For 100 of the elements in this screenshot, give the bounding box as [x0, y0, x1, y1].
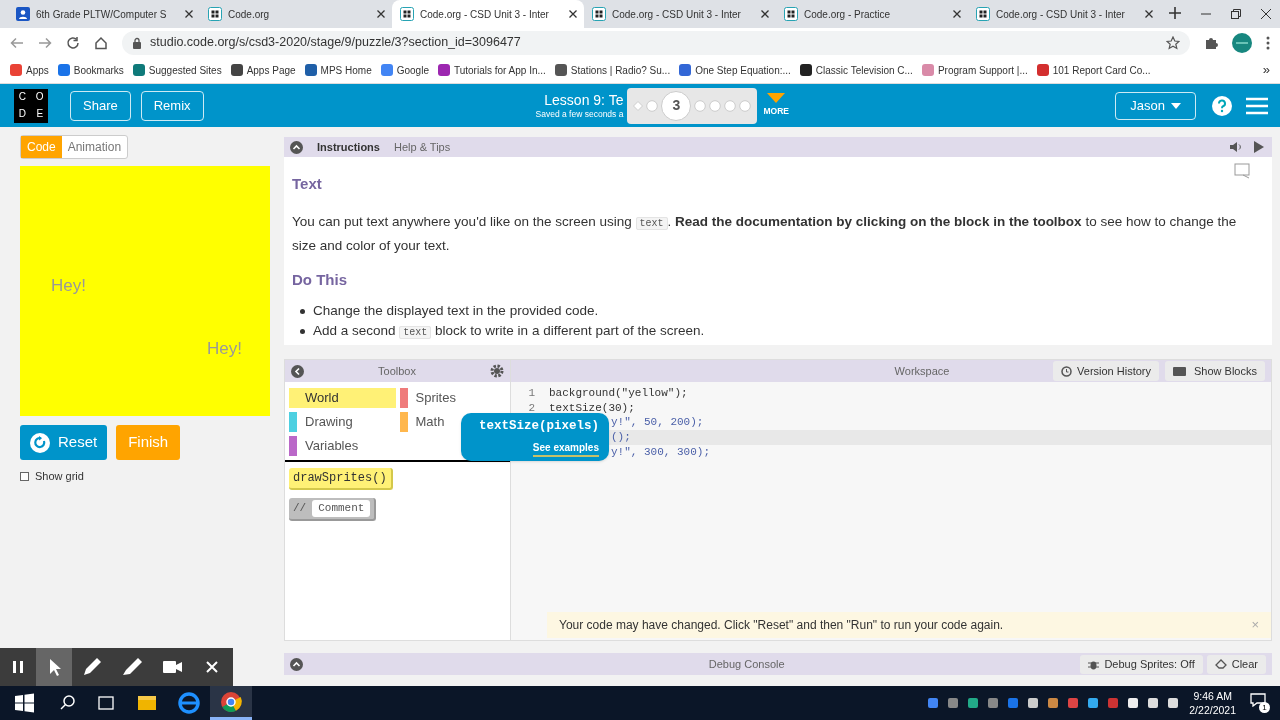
code-line[interactable]: (); [611, 429, 631, 446]
collapse-icon[interactable] [290, 140, 303, 154]
code-line[interactable]: y!", 50, 200); [611, 414, 704, 431]
show-blocks-button[interactable]: Show Blocks [1165, 361, 1265, 381]
bookmark-link[interactable]: Bookmarks [73, 62, 124, 78]
tray-icon[interactable] [1047, 697, 1060, 709]
panel-title: Debug Console [707, 656, 786, 672]
bookmark-link[interactable]: Apps [26, 62, 49, 78]
browser-tab[interactable]: Code.org - CSD Unit 3 - Inter [392, 0, 584, 28]
grid-icon [784, 7, 798, 21]
progress-dot-icon[interactable] [709, 99, 722, 112]
section-heading: Do This [292, 269, 348, 290]
checkbox-label[interactable]: Show grid [35, 468, 84, 485]
close-icon[interactable] [760, 9, 770, 19]
close-icon[interactable] [952, 9, 962, 19]
address-bar[interactable]: studio.code.org/s/csd3-2020/stage/9/puzzle/3?section_id=3096477 [122, 30, 1190, 55]
bookmark-link[interactable]: Classic Television C... [815, 62, 913, 78]
tray-icon[interactable] [967, 697, 980, 709]
close-icon[interactable] [568, 9, 578, 19]
panel-title: Workspace [893, 363, 951, 379]
blocks-icon [1173, 366, 1186, 376]
progress-dot-icon[interactable] [739, 99, 752, 112]
clock[interactable]: 9:46 AM 2/22/2021 [1189, 689, 1250, 717]
browser-tab[interactable]: Code.org [200, 0, 392, 28]
gear-icon[interactable] [490, 364, 504, 378]
expand-icon[interactable] [290, 657, 303, 671]
progress-dot-icon[interactable] [694, 99, 707, 112]
back-arrow-icon[interactable] [10, 35, 24, 50]
code-line[interactable]: background("yellow"); [549, 385, 688, 402]
home-icon[interactable] [94, 35, 108, 50]
progress-dot-icon[interactable] [724, 99, 737, 112]
cursor-icon[interactable] [36, 648, 72, 686]
code-line[interactable]: textSize(30); [549, 399, 635, 417]
browser-tab[interactable]: Code.org - CSD Unit 3 - Inter [584, 0, 776, 28]
close-icon[interactable] [376, 9, 386, 19]
play-icon[interactable] [1254, 141, 1264, 153]
grid-icon [208, 7, 222, 21]
close-icon[interactable] [1260, 8, 1272, 20]
code-line[interactable]: y!", 300, 300); [611, 443, 711, 461]
bookmark-link[interactable]: Suggested Sites [148, 62, 222, 78]
back-icon[interactable] [291, 364, 304, 378]
more-bookmarks-button[interactable]: » [1262, 60, 1270, 80]
reset-icon [30, 432, 50, 453]
logo[interactable]: C O D E [14, 88, 48, 123]
panel-title: Toolbox [377, 363, 417, 379]
instruction-step: Change the displayed text in the provided code. [313, 301, 599, 321]
browser-tab[interactable]: Code.org - CSD Unit 3 - Inter [968, 0, 1160, 28]
line-number: 1 [527, 386, 535, 402]
checkbox[interactable] [20, 471, 29, 481]
save-status: Saved a few seconds a [535, 107, 624, 120]
chrome-icon[interactable] [210, 686, 252, 720]
star-icon[interactable] [1166, 35, 1180, 50]
bookmark-link[interactable]: Tutorials for App In... [453, 62, 546, 78]
eraser-icon [1214, 659, 1227, 669]
puzzle-icon[interactable] [1204, 35, 1218, 50]
debug-sprites-button[interactable]: Debug Sprites: Off [1080, 654, 1203, 674]
category-item[interactable]: Variables [289, 436, 396, 456]
bookmark-link[interactable]: Google [396, 62, 429, 78]
speaker-icon[interactable] [1229, 141, 1242, 153]
forward-arrow-icon[interactable] [38, 35, 52, 50]
maximize-icon[interactable] [1230, 8, 1242, 20]
new-tab-icon[interactable] [1168, 6, 1182, 20]
more-options-icon[interactable] [1266, 35, 1270, 50]
help-icon[interactable] [1212, 95, 1232, 116]
bookmark-link[interactable]: Apps Page [246, 62, 296, 78]
tray-icon[interactable] [1027, 697, 1040, 709]
bullet-icon [300, 329, 305, 334]
tray-icon[interactable] [1147, 697, 1160, 709]
bookmark-link[interactable]: Stations | Radio? Su... [570, 62, 671, 78]
comment-block[interactable]: // Comment [289, 498, 377, 521]
tray-icon[interactable] [1087, 697, 1100, 709]
tray-icon[interactable] [1127, 697, 1140, 709]
mode-tab[interactable]: Animation [61, 136, 128, 158]
browser-tab[interactable]: Code.org - Practice [776, 0, 968, 28]
notification-icon[interactable] [1250, 693, 1266, 707]
clear-button[interactable]: Clear [1206, 654, 1266, 674]
browser-tab[interactable]: 6th Grade PLTW/Computer S [8, 0, 200, 28]
bookmark-link[interactable]: Program Support |... [937, 62, 1028, 78]
instruction-step: Add a second text block to write in a different part of the screen. [313, 321, 705, 343]
lesson-title: Lesson 9: Te [544, 91, 624, 108]
close-icon[interactable] [1144, 9, 1154, 19]
menu-icon[interactable] [1246, 96, 1268, 115]
instructions-tab[interactable]: Help & Tips [393, 138, 451, 156]
progress-dot-icon[interactable] [646, 99, 659, 112]
code-block[interactable]: drawSprites() [289, 468, 393, 490]
clock-icon [1061, 365, 1073, 377]
tray-icon[interactable] [1167, 697, 1180, 709]
category-item[interactable]: World [289, 388, 396, 408]
avatar-icon[interactable] [1232, 32, 1252, 53]
instructions-tab[interactable]: Instructions [317, 138, 380, 156]
bookmark-link[interactable]: One Step Equation:... [695, 62, 791, 78]
progress-step[interactable]: 3 [661, 90, 692, 121]
bookmark-link[interactable]: 101 Report Card Co... [1052, 62, 1151, 78]
caret-icon [1171, 102, 1181, 109]
bookmark-link[interactable]: MPS Home [320, 62, 372, 78]
category-item[interactable]: Drawing [289, 412, 396, 432]
close-icon[interactable] [184, 9, 194, 19]
lock-icon [132, 36, 142, 49]
reload-icon[interactable] [66, 35, 80, 50]
version-history-button[interactable]: Version History [1053, 361, 1159, 381]
